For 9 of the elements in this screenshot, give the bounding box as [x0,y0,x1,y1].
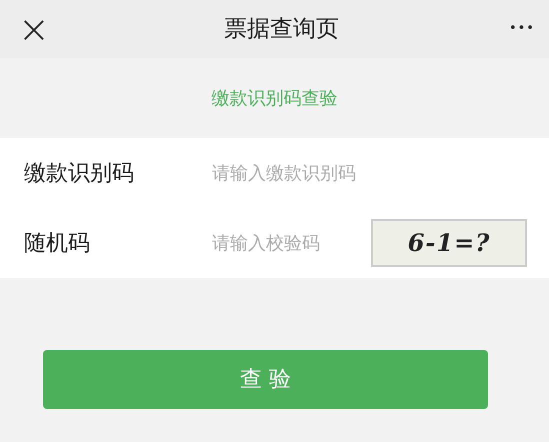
captcha-image[interactable]: 6-1=? [371,219,527,267]
input-field[interactable]: 请输入缴款识别码 [210,158,549,188]
section-heading: 缴款识别码查验 [212,86,338,110]
input-field[interactable]: 请输入校验码 [210,228,371,258]
page-title: 票据查询页 [224,14,339,44]
close-button[interactable]: × [14,10,54,48]
field-label: 缴款识别码 [24,160,135,188]
field-label: 随机码 [24,230,91,258]
more-button[interactable]: ••• [508,19,535,39]
